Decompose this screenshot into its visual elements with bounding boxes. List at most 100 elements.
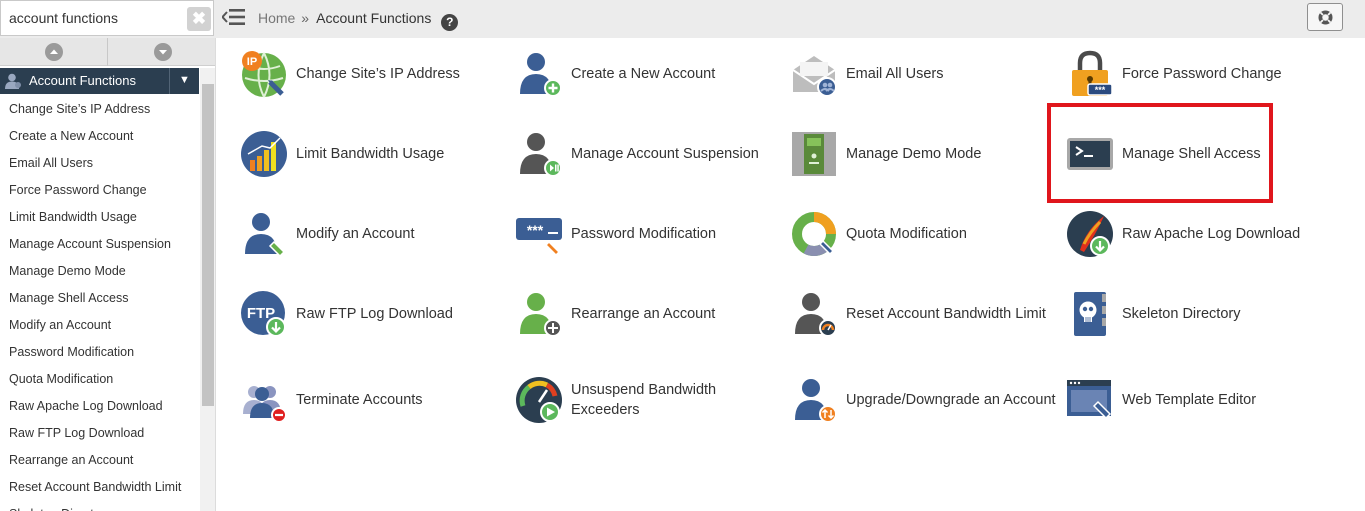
sidebar-item-force-password-change[interactable]: Force Password Change <box>0 177 199 204</box>
sidebar-item-email-all-users[interactable]: Email All Users <box>0 150 199 177</box>
tile-label: Web Template Editor <box>1122 392 1257 408</box>
tile-label: Manage Shell Access <box>1122 146 1261 162</box>
ip-globe-icon: IP <box>242 51 286 98</box>
scrollbar-thumb[interactable] <box>202 84 214 406</box>
tile-label: Email All Users <box>846 66 944 82</box>
tile-manage-shell-access[interactable]: Manage Shell Access <box>1060 124 1332 184</box>
apache-log-icon <box>1067 211 1113 257</box>
help-icon[interactable]: ? <box>441 14 459 31</box>
scroll-up-button[interactable] <box>45 43 63 61</box>
sidebar-item-change-site-ip-address[interactable]: Change Site’s IP Address <box>0 96 199 123</box>
tile-label: Rearrange an Account <box>571 306 716 322</box>
tile-label: Raw Apache Log Download <box>1122 226 1301 242</box>
demo-mode-icon <box>792 132 836 176</box>
sidebar-item-raw-apache-log-download[interactable]: Raw Apache Log Download <box>0 393 199 420</box>
user-gauge-icon <box>795 293 837 337</box>
tile-email-all-users[interactable]: Email All Users <box>784 44 1056 104</box>
svg-text:IP: IP <box>247 56 257 68</box>
sidebar-item-password-modification[interactable]: Password Modification <box>0 339 199 366</box>
tile-web-template-editor[interactable]: Web Template Editor <box>1060 370 1332 430</box>
password-icon: *** <box>516 218 562 257</box>
lifebuoy-icon <box>1318 10 1333 25</box>
tile-raw-ftp-log-download[interactable]: FTP Raw FTP Log Download <box>234 284 506 344</box>
top-bar: ✖ Home » Account Functions ? <box>0 0 1365 38</box>
category-label: Account Functions <box>29 73 136 88</box>
user-upgrade-icon <box>795 379 837 423</box>
clear-search-button[interactable]: ✖ <box>187 7 211 31</box>
skeleton-icon <box>1074 292 1106 336</box>
breadcrumb: Home » Account Functions ? <box>258 9 459 31</box>
chevron-down-icon <box>159 50 167 55</box>
tile-terminate-accounts[interactable]: Terminate Accounts <box>234 370 506 430</box>
scroll-down-button[interactable] <box>154 43 172 61</box>
padlock-icon: *** <box>1072 50 1113 96</box>
breadcrumb-separator: » <box>301 10 310 26</box>
sidebar-item-limit-bandwidth-usage[interactable]: Limit Bandwidth Usage <box>0 204 199 231</box>
user-edit-icon <box>245 213 286 258</box>
sidebar-item-manage-shell-access[interactable]: Manage Shell Access <box>0 285 199 312</box>
sidebar-item-create-a-new-account[interactable]: Create a New Account <box>0 123 199 150</box>
svg-text:***: *** <box>527 222 544 238</box>
tile-label: Change Site’s IP Address <box>296 66 460 82</box>
tile-label: Password Modification <box>571 226 717 242</box>
tile-label: Manage Demo Mode <box>846 146 982 162</box>
user-add-icon <box>520 53 562 97</box>
sidebar-item-reset-account-bandwidth-limit[interactable]: Reset Account Bandwidth Limit <box>0 474 199 501</box>
user-icon <box>5 73 21 89</box>
tile-label: Unsuspend Bandwidth Exceeders <box>571 382 717 418</box>
gauge-play-icon <box>516 377 562 423</box>
tile-password-modification[interactable]: *** Password Modification <box>509 204 781 264</box>
tile-reset-account-bandwidth-limit[interactable]: Reset Account Bandwidth Limit <box>784 284 1056 344</box>
tile-rearrange-an-account[interactable]: Rearrange an Account <box>509 284 781 344</box>
tile-label: Quota Modification <box>846 226 967 242</box>
bandwidth-chart-icon <box>241 131 287 177</box>
menu-toggle-icon[interactable] <box>221 8 246 26</box>
sidebar-item-manage-account-suspension[interactable]: Manage Account Suspension <box>0 231 199 258</box>
support-button[interactable] <box>1307 3 1343 31</box>
breadcrumb-home-link[interactable]: Home <box>258 10 295 26</box>
tile-label: Reset Account Bandwidth Limit <box>846 306 1046 322</box>
sidebar-item-modify-an-account[interactable]: Modify an Account <box>0 312 199 339</box>
tile-unsuspend-bandwidth-exceeders[interactable]: Unsuspend Bandwidth Exceeders <box>509 370 781 430</box>
email-icon <box>792 56 837 97</box>
sidebar-list: Change Site’s IP Address Create a New Ac… <box>0 96 199 511</box>
tile-change-site-ip-address[interactable]: IP Change Site’s IP Address <box>234 44 506 104</box>
user-suspend-icon <box>520 133 562 177</box>
tile-manage-demo-mode[interactable]: Manage Demo Mode <box>784 124 1056 184</box>
tile-label: Modify an Account <box>296 226 415 242</box>
tile-force-password-change[interactable]: *** Force Password Change <box>1060 44 1332 104</box>
tile-label: Limit Bandwidth Usage <box>296 146 445 162</box>
terminal-icon <box>1067 138 1113 170</box>
sidebar-item-rearrange-an-account[interactable]: Rearrange an Account <box>0 447 199 474</box>
tile-upgrade-downgrade-an-account[interactable]: Upgrade/Downgrade an Account <box>784 370 1056 430</box>
tile-create-a-new-account[interactable]: Create a New Account <box>509 44 781 104</box>
sidebar: Account Functions ▼ Change Site’s IP Add… <box>0 38 216 511</box>
ftp-log-icon: FTP <box>241 291 286 337</box>
tile-label: Raw FTP Log Download <box>296 306 453 322</box>
tile-label: Upgrade/Downgrade an Account <box>846 392 1056 408</box>
breadcrumb-current: Account Functions <box>316 10 432 26</box>
tile-limit-bandwidth-usage[interactable]: Limit Bandwidth Usage <box>234 124 506 184</box>
tile-quota-modification[interactable]: Quota Modification <box>784 204 1056 264</box>
tile-label: Create a New Account <box>571 66 716 82</box>
tile-label: Manage Account Suspension <box>571 146 759 162</box>
svg-text:***: *** <box>1095 85 1106 95</box>
sidebar-item-skeleton-directory[interactable]: Skeleton Directory <box>0 501 199 511</box>
tile-raw-apache-log-download[interactable]: Raw Apache Log Download <box>1060 204 1332 264</box>
tile-modify-an-account[interactable]: Modify an Account <box>234 204 506 264</box>
sidebar-scrollbar[interactable] <box>200 68 215 511</box>
sidebar-item-raw-ftp-log-download[interactable]: Raw FTP Log Download <box>0 420 199 447</box>
caret-down-icon[interactable]: ▼ <box>169 68 199 94</box>
sidebar-item-quota-modification[interactable]: Quota Modification <box>0 366 199 393</box>
tile-skeleton-directory[interactable]: Skeleton Directory <box>1060 284 1332 344</box>
search-input[interactable] <box>9 8 179 28</box>
tile-manage-account-suspension[interactable]: Manage Account Suspension <box>509 124 781 184</box>
divider <box>107 38 108 66</box>
sidebar-item-manage-demo-mode[interactable]: Manage Demo Mode <box>0 258 199 285</box>
tile-label: Skeleton Directory <box>1122 306 1241 322</box>
users-remove-icon <box>243 386 287 423</box>
category-header-account-functions[interactable]: Account Functions ▼ <box>0 68 199 94</box>
quota-icon <box>792 212 836 256</box>
chevron-up-icon <box>50 49 58 54</box>
tile-label: Force Password Change <box>1122 66 1282 82</box>
